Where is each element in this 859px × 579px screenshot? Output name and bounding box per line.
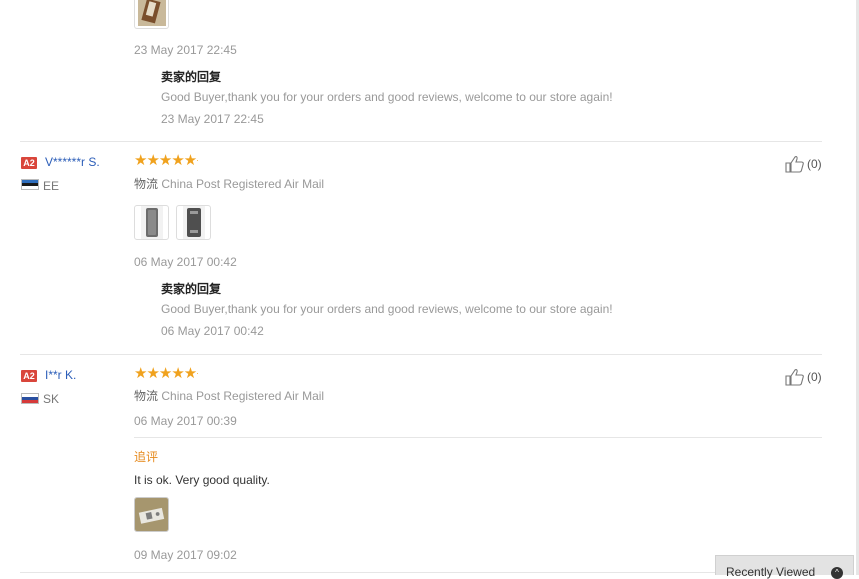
helpful-button[interactable]: (0) bbox=[785, 155, 822, 173]
buyer-name[interactable]: I**r K. bbox=[45, 368, 76, 382]
star-icons: ★★★★★ bbox=[134, 152, 197, 169]
review-photo-thumbnail[interactable] bbox=[134, 205, 169, 240]
review-divider bbox=[20, 354, 822, 355]
seller-reply-date: 23 May 2017 22:45 bbox=[161, 112, 264, 126]
seller-reply-text: Good Buyer,thank you for your orders and… bbox=[161, 302, 613, 316]
shipping-value: China Post Registered Air Mail bbox=[161, 177, 325, 191]
helpful-count: (0) bbox=[807, 370, 822, 384]
photo-image bbox=[135, 498, 168, 531]
additional-feedback-label: 追评 bbox=[134, 450, 159, 464]
review-date: 06 May 2017 00:42 bbox=[134, 255, 237, 269]
additional-feedback-date: 09 May 2017 09:02 bbox=[134, 548, 237, 562]
chevron-up-icon: ^ bbox=[831, 567, 843, 579]
buyer-level-badge: A2 bbox=[21, 370, 37, 382]
thumbs-up-icon bbox=[785, 369, 804, 386]
review-divider bbox=[20, 141, 822, 142]
additional-feedback-divider bbox=[134, 437, 822, 438]
country-flag-icon bbox=[21, 393, 39, 404]
buyer-level-badge: A2 bbox=[21, 157, 37, 169]
photo-image bbox=[137, 0, 166, 26]
review-date: 06 May 2017 00:39 bbox=[134, 414, 237, 428]
country-code: SK bbox=[43, 392, 60, 406]
shipping-value: China Post Registered Air Mail bbox=[161, 389, 325, 403]
seller-reply-title: 卖家的回复 bbox=[161, 282, 222, 296]
review-date: 23 May 2017 22:45 bbox=[134, 43, 237, 57]
review-photo-thumbnail[interactable] bbox=[176, 205, 211, 240]
helpful-button[interactable]: (0) bbox=[785, 368, 822, 386]
seller-reply-title: 卖家的回复 bbox=[161, 70, 222, 84]
recently-viewed-label: Recently Viewed bbox=[726, 565, 816, 579]
shipping-method: 物流 China Post Registered Air Mail bbox=[134, 387, 324, 404]
shipping-label: 物流 bbox=[134, 389, 159, 403]
country-code: EE bbox=[43, 179, 60, 193]
review-divider bbox=[20, 572, 822, 573]
photo-image bbox=[182, 206, 205, 239]
thumbs-up-icon bbox=[785, 156, 804, 173]
shipping-label: 物流 bbox=[134, 177, 159, 191]
recently-viewed-tab[interactable]: Recently Viewed ^ bbox=[715, 555, 854, 579]
seller-reply-date: 06 May 2017 00:42 bbox=[161, 324, 264, 338]
helpful-count: (0) bbox=[807, 157, 822, 171]
photo-image bbox=[140, 206, 163, 239]
star-icons: ★★★★★ bbox=[134, 365, 197, 382]
country-flag-icon bbox=[21, 179, 39, 190]
rating-stars: ★★★★★· bbox=[134, 365, 199, 382]
review-photo-thumbnail[interactable] bbox=[134, 0, 169, 29]
rating-stars: ★★★★★· bbox=[134, 152, 199, 169]
review-photo-thumbnail[interactable] bbox=[134, 497, 169, 532]
shipping-method: 物流 China Post Registered Air Mail bbox=[134, 175, 324, 192]
buyer-name[interactable]: V******r S. bbox=[45, 155, 100, 169]
seller-reply-text: Good Buyer,thank you for your orders and… bbox=[161, 90, 613, 104]
additional-feedback-text: It is ok. Very good quality. bbox=[134, 473, 270, 487]
